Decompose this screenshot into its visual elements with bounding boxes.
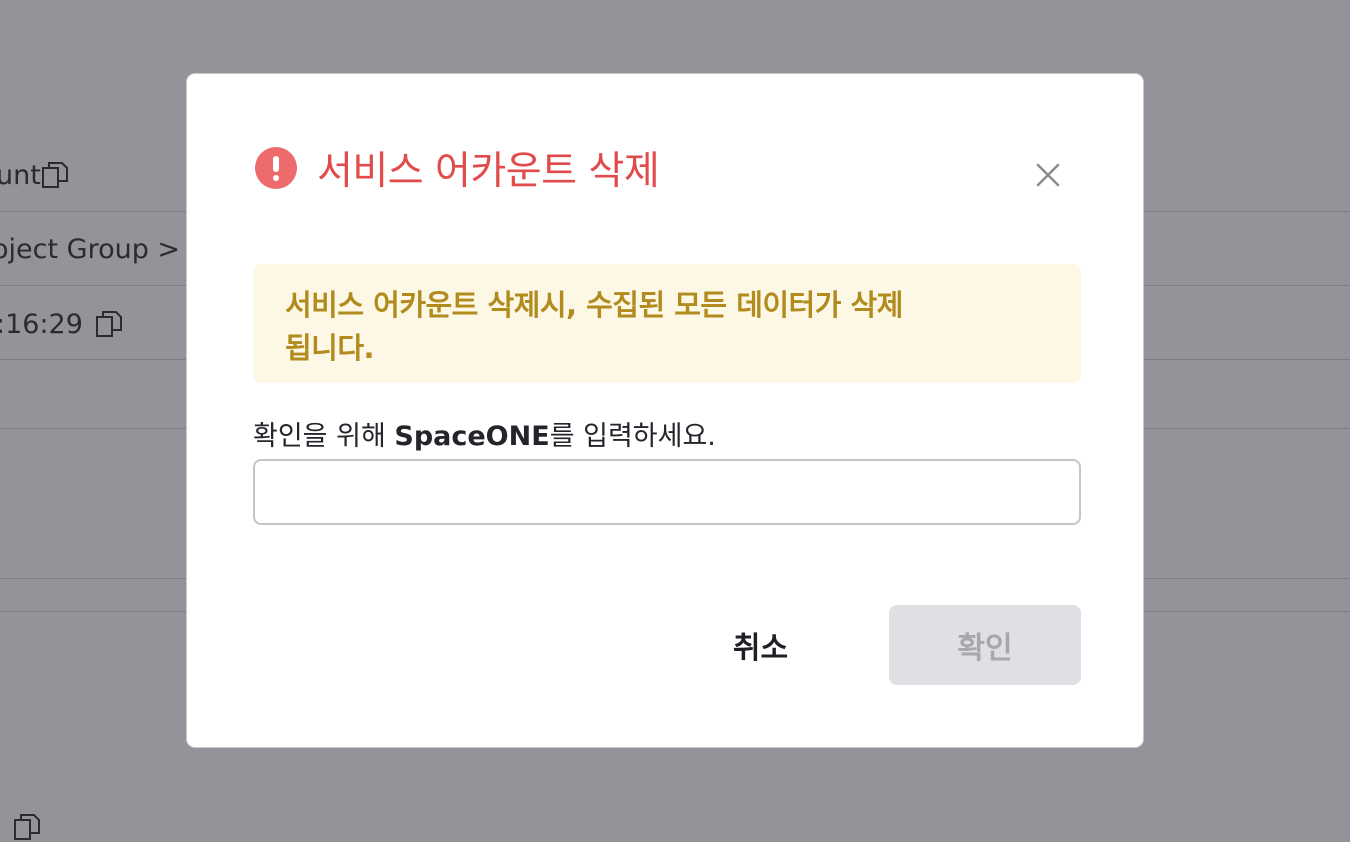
copy-icon (14, 814, 40, 840)
confirm-suffix: 를 입력하세요. (549, 421, 716, 452)
modal-title: 서비스 어카운트 삭제 (317, 149, 660, 194)
copy-icon (42, 162, 68, 188)
exclamation-circle-icon (255, 147, 297, 189)
close-icon[interactable] (1027, 154, 1069, 196)
confirm-prefix: 확인을 위해 (253, 421, 395, 452)
delete-service-account-modal: 서비스 어카운트 삭제 서비스 어카운트 삭제시, 수집된 모든 데이터가 삭제… (186, 73, 1144, 748)
warning-box: 서비스 어카운트 삭제시, 수집된 모든 데이터가 삭제됩니다. (253, 264, 1081, 383)
confirm-input[interactable] (253, 459, 1081, 525)
copy-icon (96, 311, 122, 337)
cancel-button[interactable]: 취소 (687, 605, 834, 685)
confirm-button[interactable]: 확인 (889, 605, 1081, 685)
modal-header: 서비스 어카운트 삭제 (255, 142, 660, 194)
background-field-value: oject Group > D (0, 234, 210, 265)
confirm-instruction: 확인을 위해 SpaceONE를 입력하세요. (253, 414, 716, 453)
warning-message: 서비스 어카운트 삭제시, 수집된 모든 데이터가 삭제됩니다. (285, 288, 903, 365)
background-field-value: unt (0, 160, 41, 191)
confirm-keyword: SpaceONE (394, 421, 550, 452)
background-field-value: :16:29 (0, 309, 83, 340)
